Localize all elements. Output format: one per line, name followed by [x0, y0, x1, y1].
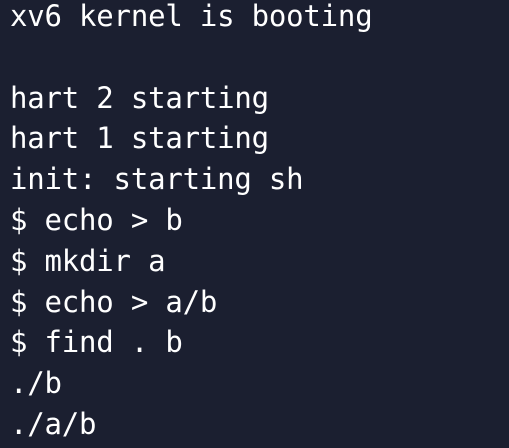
terminal-line-hart-2: hart 2 starting	[10, 80, 269, 115]
terminal-line-output-ab: ./a/b	[10, 406, 97, 441]
terminal-line-command-mkdir: $ mkdir a	[10, 243, 166, 278]
terminal-line-command-echo-b: $ echo > b	[10, 202, 183, 237]
terminal-line-hart-1: hart 1 starting	[10, 121, 269, 156]
terminal-line-command-find: $ find . b	[10, 325, 183, 360]
terminal-line-init: init: starting sh	[10, 162, 304, 197]
terminal-output[interactable]: xv6 kernel is booting hart 2 starting ha…	[0, 0, 509, 448]
terminal-line-output-b: ./b	[10, 366, 62, 401]
terminal-line-boot-message: xv6 kernel is booting	[10, 0, 373, 33]
terminal-line-command-echo-ab: $ echo > a/b	[10, 284, 218, 319]
